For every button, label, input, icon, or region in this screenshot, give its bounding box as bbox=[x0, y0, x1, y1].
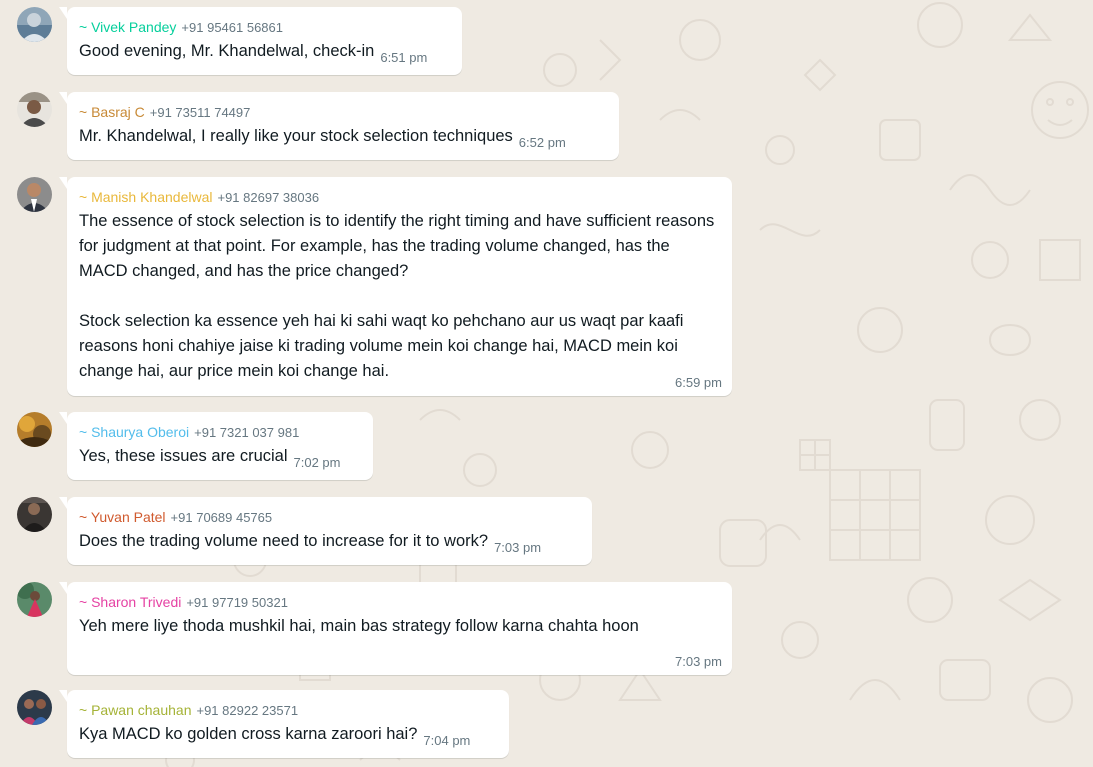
sender-name[interactable]: ~ Pawan chauhan bbox=[79, 702, 191, 718]
message-text-content: Kya MACD ko golden cross karna zaroori h… bbox=[79, 725, 418, 743]
message-header: ~ Manish Khandelwal +91 82697 38036 bbox=[79, 189, 720, 205]
avatar[interactable] bbox=[17, 582, 52, 617]
avatar[interactable] bbox=[17, 92, 52, 127]
message-time: 6:59 pm bbox=[675, 375, 722, 390]
message-bubble[interactable]: ~ Basraj C +91 73511 74497 Mr. Khandelwal… bbox=[59, 92, 619, 160]
sender-phone: +91 7321 037 981 bbox=[194, 425, 300, 440]
message-time: 7:03 pm bbox=[675, 654, 722, 669]
message-bubble[interactable]: ~ Manish Khandelwal +91 82697 38036 The e… bbox=[59, 177, 732, 396]
message-text: The essence of stock selection is to ide… bbox=[79, 212, 715, 380]
message-time: 6:51 pm bbox=[380, 50, 428, 65]
message-text-content: Mr. Khandelwal, I really like your stock… bbox=[79, 127, 513, 145]
message-text: Mr. Khandelwal, I really like your stock… bbox=[79, 124, 607, 155]
message-header: ~ Vivek Pandey +91 95461 56861 bbox=[79, 19, 450, 35]
message-bubble[interactable]: ~ Vivek Pandey +91 95461 56861 Good eveni… bbox=[59, 7, 462, 75]
message-text: Yes, these issues are crucial 7:02 pm bbox=[79, 444, 361, 475]
message-text-content: Does the trading volume need to increase… bbox=[79, 532, 489, 550]
sender-phone: +91 82697 38036 bbox=[217, 190, 320, 205]
message-text: Kya MACD ko golden cross karna zaroori h… bbox=[79, 722, 497, 753]
chat-message-list[interactable]: ~ Vivek Pandey +91 95461 56861 Good eveni… bbox=[0, 0, 1093, 767]
avatar[interactable] bbox=[17, 7, 52, 42]
message-time: 7:03 pm bbox=[494, 540, 542, 555]
message-bubble[interactable]: ~ Shaurya Oberoi +91 7321 037 981 Yes, th… bbox=[59, 412, 373, 480]
message-text: Good evening, Mr. Khandelwal, check-in 6:… bbox=[79, 39, 450, 70]
sender-phone: +91 95461 56861 bbox=[181, 20, 283, 35]
message-header: ~ Basraj C +91 73511 74497 bbox=[79, 104, 607, 120]
sender-name[interactable]: ~ Sharon Trivedi bbox=[79, 594, 181, 610]
message-header: ~ Pawan chauhan +91 82922 23571 bbox=[79, 702, 497, 718]
sender-name[interactable]: ~ Shaurya Oberoi bbox=[79, 424, 189, 440]
avatar[interactable] bbox=[17, 412, 52, 447]
avatar[interactable] bbox=[17, 690, 52, 725]
message-bubble[interactable]: ~ Sharon Trivedi +91 97719 50321 Yeh mere… bbox=[59, 582, 732, 675]
message-time: 7:02 pm bbox=[293, 455, 341, 470]
message-text: Yeh mere liye thoda mushkil hai, main ba… bbox=[79, 617, 639, 635]
message-bubble[interactable]: ~ Pawan chauhan +91 82922 23571 Kya MACD … bbox=[59, 690, 509, 758]
message-text-content: Yes, these issues are crucial bbox=[79, 447, 288, 465]
message-header: ~ Yuvan Patel +91 70689 45765 bbox=[79, 509, 580, 525]
message-bubble[interactable]: ~ Yuvan Patel +91 70689 45765 Does the tr… bbox=[59, 497, 592, 565]
sender-phone: +91 97719 50321 bbox=[186, 595, 288, 610]
message-header: ~ Sharon Trivedi +91 97719 50321 bbox=[79, 594, 720, 610]
sender-name[interactable]: ~ Manish Khandelwal bbox=[79, 189, 212, 205]
sender-phone: +91 73511 74497 bbox=[149, 105, 251, 120]
message-header: ~ Shaurya Oberoi +91 7321 037 981 bbox=[79, 424, 361, 440]
avatar[interactable] bbox=[17, 497, 52, 532]
sender-name[interactable]: ~ Yuvan Patel bbox=[79, 509, 166, 525]
avatar[interactable] bbox=[17, 177, 52, 212]
sender-phone: +91 82922 23571 bbox=[196, 703, 299, 718]
message-text-content: Good evening, Mr. Khandelwal, check-in bbox=[79, 42, 375, 60]
sender-name[interactable]: ~ Vivek Pandey bbox=[79, 19, 176, 35]
message-text: Does the trading volume need to increase… bbox=[79, 529, 580, 560]
message-time: 6:52 pm bbox=[518, 135, 566, 150]
sender-phone: +91 70689 45765 bbox=[170, 510, 273, 525]
sender-name[interactable]: ~ Basraj C bbox=[79, 104, 145, 120]
message-time: 7:04 pm bbox=[423, 733, 471, 748]
